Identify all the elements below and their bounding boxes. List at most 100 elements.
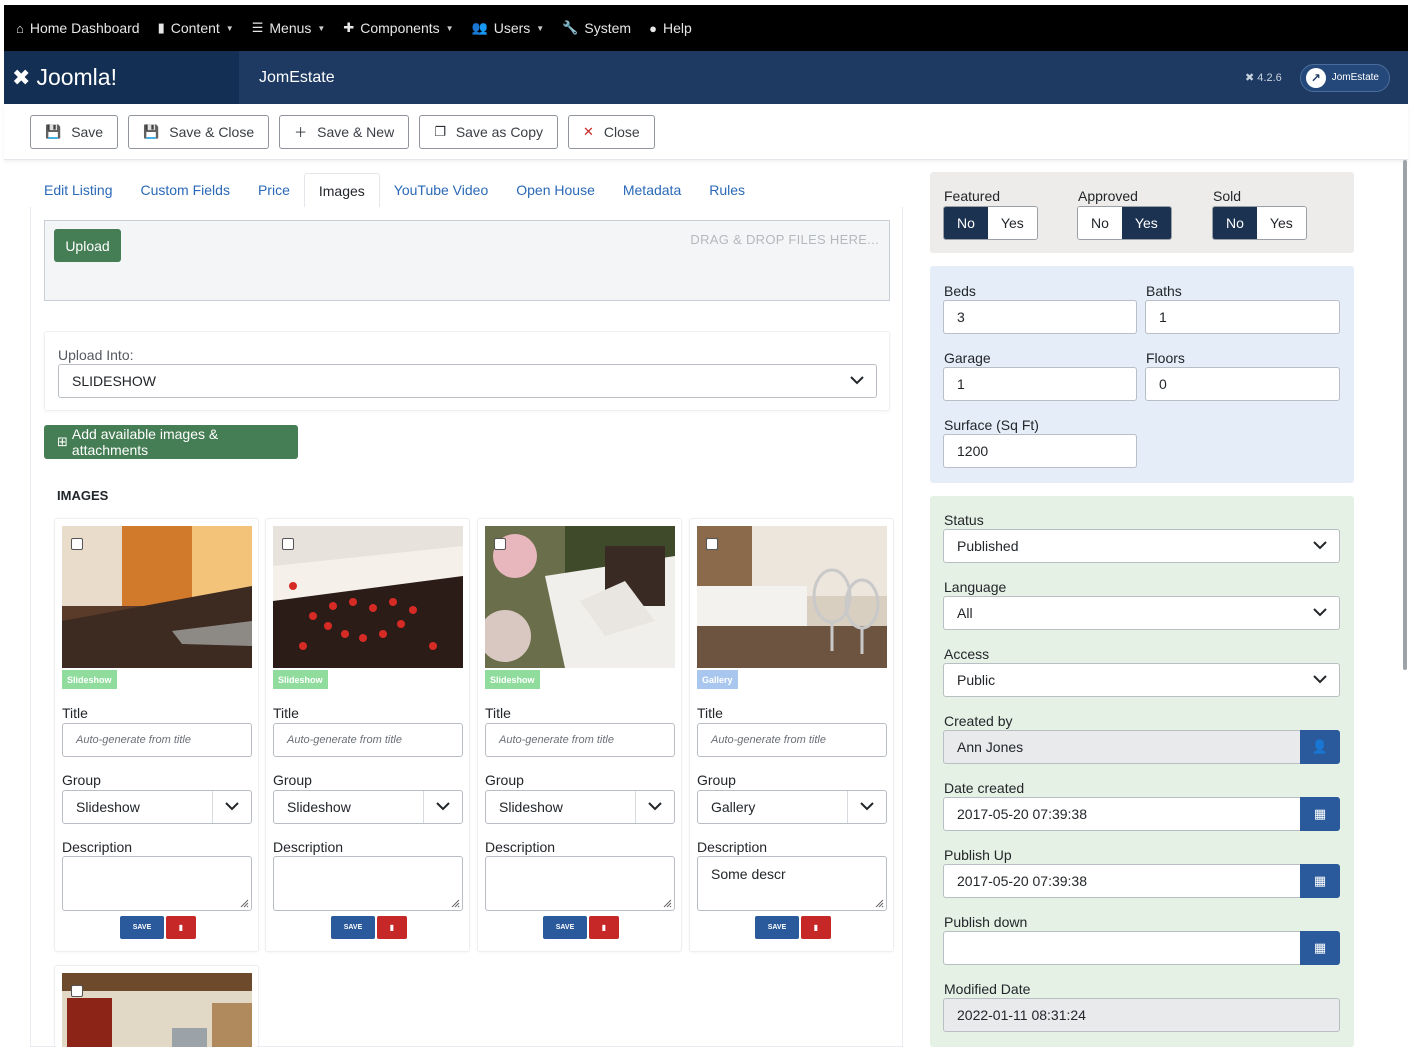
- group-select[interactable]: Slideshow: [62, 790, 252, 824]
- featured-no[interactable]: No: [944, 207, 988, 239]
- description-textarea[interactable]: [62, 856, 252, 911]
- image-select-checkbox[interactable]: [71, 985, 83, 997]
- approved-no[interactable]: No: [1078, 207, 1122, 239]
- sold-switch[interactable]: No Yes: [1212, 206, 1307, 240]
- image-thumbnail[interactable]: [62, 973, 252, 1047]
- image-select-checkbox[interactable]: [494, 538, 506, 550]
- save-button[interactable]: 💾 Save: [30, 114, 119, 149]
- sold-no[interactable]: No: [1213, 207, 1257, 239]
- delete-image-button[interactable]: ▮: [377, 916, 407, 939]
- menu-help[interactable]: ● Help: [649, 20, 692, 36]
- image-card: Slideshow Title Auto-generate from title…: [54, 518, 259, 952]
- upload-into-select[interactable]: SLIDESHOW: [58, 364, 877, 398]
- chevron-down-icon: [225, 802, 239, 811]
- save-new-button[interactable]: ＋ Save & New: [279, 114, 410, 149]
- save-image-button[interactable]: SAVE: [331, 916, 375, 939]
- image-select-checkbox[interactable]: [706, 538, 718, 550]
- save-copy-button[interactable]: ❐ Save as Copy: [419, 114, 559, 149]
- add-images-button[interactable]: ⊞ Add available images & attachments: [44, 425, 298, 459]
- page-scrollbar[interactable]: [1403, 160, 1407, 670]
- beds-input[interactable]: 3: [943, 300, 1137, 334]
- image-select-checkbox[interactable]: [71, 538, 83, 550]
- language-select[interactable]: All: [943, 596, 1340, 630]
- date-created-input[interactable]: 2017-05-20 07:39:38: [943, 797, 1301, 831]
- copy-icon: ❐: [434, 123, 446, 139]
- save-close-button[interactable]: 💾 Save & Close: [128, 114, 270, 149]
- featured-switch[interactable]: No Yes: [943, 206, 1038, 240]
- image-thumbnail[interactable]: [273, 526, 463, 668]
- sold-yes[interactable]: Yes: [1256, 207, 1306, 239]
- baths-label: Baths: [1146, 283, 1182, 299]
- language-label: Language: [944, 579, 1007, 595]
- tab-metadata[interactable]: Metadata: [609, 173, 695, 208]
- calendar-button[interactable]: ▦: [1300, 797, 1340, 831]
- tab-youtube-video[interactable]: YouTube Video: [380, 173, 502, 208]
- tab-custom-fields[interactable]: Custom Fields: [126, 173, 243, 208]
- calendar-icon: ▦: [1313, 806, 1327, 821]
- close-button[interactable]: ✕ Close: [568, 114, 655, 149]
- save-image-button[interactable]: SAVE: [120, 916, 164, 939]
- description-textarea[interactable]: [273, 856, 463, 911]
- approved-switch[interactable]: No Yes: [1077, 206, 1172, 240]
- title-label: Title: [697, 705, 723, 721]
- select-user-button[interactable]: 👤: [1300, 730, 1340, 764]
- dropzone[interactable]: Upload DRAG & DROP FILES HERE...: [44, 220, 890, 301]
- tab-rules[interactable]: Rules: [695, 173, 759, 208]
- tab-price[interactable]: Price: [244, 173, 304, 208]
- beds-label: Beds: [944, 283, 976, 299]
- user-icon: 👤: [1311, 739, 1329, 754]
- image-thumbnail[interactable]: [697, 526, 887, 668]
- calendar-button[interactable]: ▦: [1300, 864, 1340, 898]
- save-image-button[interactable]: SAVE: [543, 916, 587, 939]
- menu-menus[interactable]: ☰ Menus ▼: [252, 20, 326, 36]
- tab-open-house[interactable]: Open House: [502, 173, 609, 208]
- baths-input[interactable]: 1: [1145, 300, 1340, 334]
- description-textarea[interactable]: [485, 856, 675, 911]
- home-icon: ⌂: [16, 20, 24, 36]
- floors-input[interactable]: 0: [1145, 367, 1340, 401]
- description-textarea[interactable]: Some descr: [697, 856, 887, 911]
- caret-down-icon: ▼: [536, 23, 545, 33]
- joomla-logo[interactable]: ✖ Joomla!: [4, 51, 239, 104]
- resize-grip-icon[interactable]: [662, 898, 672, 908]
- group-select[interactable]: Slideshow: [485, 790, 675, 824]
- menu-components[interactable]: ✚ Components ▼: [343, 20, 453, 36]
- garage-input[interactable]: 1: [943, 367, 1137, 401]
- surface-input[interactable]: 1200: [943, 434, 1137, 468]
- save-image-button[interactable]: SAVE: [755, 916, 799, 939]
- image-thumbnail[interactable]: [485, 526, 675, 668]
- featured-yes[interactable]: Yes: [987, 207, 1037, 239]
- trash-icon: ▮: [813, 923, 819, 932]
- menu-content[interactable]: ▮ Content ▼: [158, 20, 234, 36]
- resize-grip-icon[interactable]: [874, 898, 884, 908]
- tab-edit-listing[interactable]: Edit Listing: [30, 173, 126, 208]
- status-select[interactable]: Published: [943, 529, 1340, 563]
- group-select[interactable]: Slideshow: [273, 790, 463, 824]
- resize-grip-icon[interactable]: [239, 898, 249, 908]
- upload-button[interactable]: Upload: [54, 229, 121, 262]
- menu-home-dashboard[interactable]: ⌂ Home Dashboard: [16, 20, 140, 36]
- title-input[interactable]: Auto-generate from title: [62, 723, 252, 757]
- menu-users[interactable]: 👥 Users ▼: [472, 20, 545, 36]
- tab-images[interactable]: Images: [303, 173, 380, 208]
- title-input[interactable]: Auto-generate from title: [273, 723, 463, 757]
- group-select[interactable]: Gallery: [697, 790, 887, 824]
- image-thumbnail[interactable]: [62, 526, 252, 668]
- publish-up-input[interactable]: 2017-05-20 07:39:38: [943, 864, 1301, 898]
- surface-label: Surface (Sq Ft): [944, 417, 1039, 433]
- created-by-label: Created by: [944, 713, 1013, 729]
- status-label: Status: [944, 512, 984, 528]
- delete-image-button[interactable]: ▮: [801, 916, 831, 939]
- publish-down-input[interactable]: [943, 931, 1301, 965]
- access-select[interactable]: Public: [943, 663, 1340, 697]
- view-site-button[interactable]: ↗ JomEstate: [1299, 63, 1390, 92]
- menu-system[interactable]: 🔧 System: [562, 20, 631, 36]
- calendar-button[interactable]: ▦: [1300, 931, 1340, 965]
- image-select-checkbox[interactable]: [282, 538, 294, 550]
- title-input[interactable]: Auto-generate from title: [697, 723, 887, 757]
- resize-grip-icon[interactable]: [450, 898, 460, 908]
- title-input[interactable]: Auto-generate from title: [485, 723, 675, 757]
- approved-yes[interactable]: Yes: [1121, 207, 1171, 239]
- delete-image-button[interactable]: ▮: [166, 916, 196, 939]
- delete-image-button[interactable]: ▮: [589, 916, 619, 939]
